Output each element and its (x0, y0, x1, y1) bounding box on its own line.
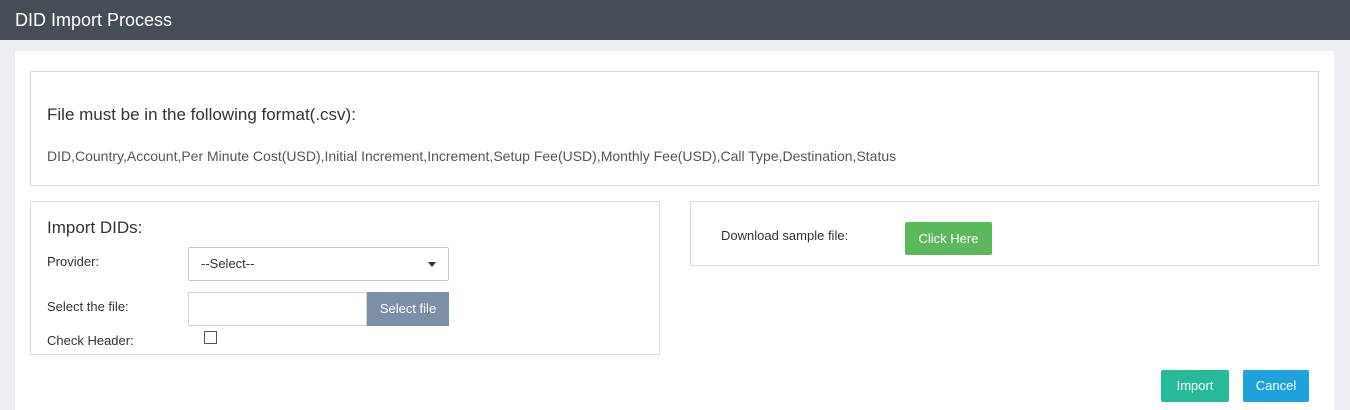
select-file-button[interactable]: Select file (367, 292, 449, 326)
format-title: File must be in the following format(.cs… (47, 105, 356, 124)
check-header-checkbox[interactable] (204, 331, 217, 344)
check-header-label: Check Header: (47, 333, 134, 348)
file-path-input[interactable] (188, 292, 367, 326)
provider-select-value: --Select-- (201, 256, 255, 271)
file-label: Select the file: (47, 299, 129, 314)
download-sample-button[interactable]: Click Here (905, 222, 992, 255)
format-columns: DID,Country,Account,Per Minute Cost(USD)… (47, 148, 897, 164)
page-title: DID Import Process (15, 10, 173, 30)
import-title: Import DIDs: (47, 218, 143, 237)
page-header: DID Import Process (0, 0, 1350, 40)
provider-label: Provider: (47, 254, 100, 269)
cancel-button[interactable]: Cancel (1243, 370, 1309, 402)
main-panel: File must be in the following format(.cs… (15, 51, 1334, 410)
download-sample-box: Download sample file: Click Here (690, 201, 1319, 266)
format-info-box: File must be in the following format(.cs… (30, 71, 1319, 186)
import-dids-box: Import DIDs: Provider: --Select-- Select… (30, 201, 660, 355)
chevron-down-icon (428, 262, 436, 267)
import-button[interactable]: Import (1161, 370, 1229, 402)
download-sample-label: Download sample file: (721, 228, 849, 243)
provider-select[interactable]: --Select-- (188, 247, 449, 281)
